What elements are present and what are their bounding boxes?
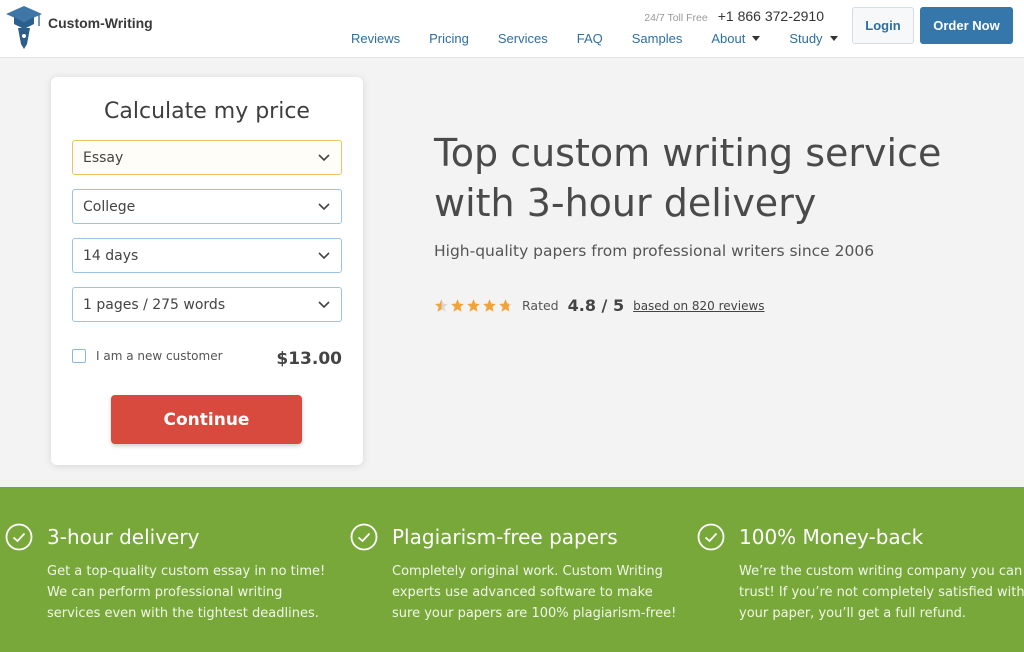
check-circle-icon [697,523,725,551]
feature-line: Get a top-quality custom essay in no tim… [47,564,326,579]
toll-free-label: 24/7 Toll Free [644,12,708,24]
hero-title: Top custom writing service with 3-hour d… [434,128,994,228]
nav-pricing[interactable]: Pricing [429,31,469,46]
pages-select[interactable]: 1 pages / 275 words [72,287,342,322]
nav-label: Reviews [351,31,401,46]
nav-study[interactable]: Study [789,31,838,46]
paper-type-value: Essay [83,149,124,166]
feature-line: We’re the custom writing company you can [739,564,1023,579]
feature-line: trust! If you’re not completely satisfie… [739,585,1024,600]
new-customer-checkbox[interactable] [72,349,86,363]
price-calculator-card: Calculate my price Essay College 14 days… [51,77,363,465]
chevron-down-icon [318,301,330,309]
academic-level-select[interactable]: College [72,189,342,224]
rating-block: Rated 4.8 / 5 based on 820 reviews [434,296,765,315]
deadline-value: 14 days [83,247,139,264]
hero-title-line2: with 3-hour delivery [434,181,817,225]
star-icon [467,299,480,312]
feature-delivery: 3-hour delivery Get a top-quality custom… [5,523,337,624]
feature-description: Completely original work. Custom Writing… [392,561,682,624]
main-nav: Reviews Pricing Services FAQ Samples Abo… [351,31,838,46]
feature-line: services even with the tightest deadline… [47,606,319,621]
nav-faq[interactable]: FAQ [577,31,603,46]
star-icon [483,299,496,312]
feature-plagiarism-free: Plagiarism-free papers Completely origin… [350,523,682,624]
calculator-title: Calculate my price [104,99,310,124]
paper-type-select[interactable]: Essay [72,140,342,175]
chevron-down-icon [318,154,330,162]
star-icon [451,299,464,312]
feature-title: Plagiarism-free papers [392,525,618,549]
chevron-down-icon [318,203,330,211]
nav-label: FAQ [576,31,603,46]
feature-description: Get a top-quality custom essay in no tim… [47,561,337,624]
reviews-link[interactable]: based on 820 reviews [633,299,764,313]
feature-description: We’re the custom writing company you can… [739,561,1024,624]
nav-label: Samples [631,31,683,46]
hero-subtitle: High-quality papers from professional wr… [434,242,875,260]
graduation-pen-logo-icon [6,6,42,49]
feature-title: 100% Money-back [739,525,924,549]
nav-samples[interactable]: Samples [632,31,683,46]
logo-text: Custom-Writing [48,15,153,31]
pages-value: 1 pages / 275 words [83,296,226,313]
feature-line: experts use advanced software to make [392,585,653,600]
new-customer-row: I am a new customer [72,349,223,363]
nav-label: Study [789,31,823,46]
nav-label: Pricing [429,31,469,46]
new-customer-label[interactable]: I am a new customer [96,349,223,363]
feature-line: sure your papers are 100% plagiarism-fre… [392,606,677,621]
nav-label: About [711,31,746,46]
feature-line: your paper, you’ll get a full refund. [739,606,967,621]
phone-number[interactable]: +1 866 372-2910 [718,8,824,24]
star-rating [434,298,514,313]
check-circle-icon [5,523,33,551]
feature-line: Completely original work. Custom Writing [392,564,663,579]
chevron-down-icon [318,252,330,260]
caret-down-icon [829,36,838,41]
feature-line: We can perform professional writing [47,585,283,600]
nav-services[interactable]: Services [498,31,548,46]
rated-label: Rated [522,298,559,313]
logo[interactable]: Custom-Writing [4,4,153,50]
caret-down-icon [752,36,761,41]
phone-block: 24/7 Toll Free +1 866 372-2910 [644,8,824,24]
star-icon [435,299,448,312]
check-circle-icon [350,523,378,551]
rating-score: 4.8 / 5 [567,296,625,315]
order-now-button[interactable]: Order Now [920,7,1013,44]
nav-about[interactable]: About [711,31,761,46]
nav-label: Services [497,31,548,46]
deadline-select[interactable]: 14 days [72,238,342,273]
site-header: Custom-Writing 24/7 Toll Free +1 866 372… [0,0,1024,58]
academic-level-value: College [83,198,136,215]
hero-title-line1: Top custom writing service [434,131,942,175]
feature-money-back: 100% Money-back We’re the custom writing… [697,523,1024,624]
total-price: $13.00 [276,349,342,369]
star-icon [499,299,512,312]
login-button[interactable]: Login [852,7,914,44]
nav-reviews[interactable]: Reviews [351,31,400,46]
continue-button[interactable]: Continue [111,395,302,444]
features-band: 3-hour delivery Get a top-quality custom… [0,487,1024,652]
feature-title: 3-hour delivery [47,525,200,549]
